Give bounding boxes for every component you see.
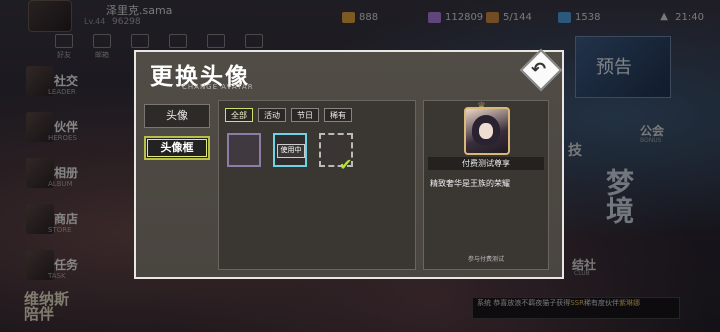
frame-list: 使用中 ✔: [227, 133, 353, 174]
tab-avatar-frame[interactable]: 头像框: [144, 136, 210, 160]
close-button[interactable]: ↶: [519, 48, 563, 92]
change-avatar-dialog: 更换头像 CHANGE AVATAR ↶ 头像 头像框 全部 活动 节日 稀有 …: [134, 48, 564, 279]
frame-source: 参与付费测试: [467, 256, 504, 263]
frame-grid: 全部 活动 节日 稀有 使用中 ✔: [218, 100, 416, 270]
frame-item-empty[interactable]: [227, 133, 261, 167]
preview-avatar: [464, 107, 510, 155]
checkmark-icon: ✔: [339, 155, 353, 174]
in-use-label: 使用中: [277, 144, 305, 158]
frame-description: 精致奢华是王族的荣耀: [430, 179, 510, 188]
filter-event[interactable]: 活动: [258, 108, 286, 122]
frame-name: 付费测试尊享: [428, 157, 544, 170]
return-arrow-icon: ↶: [531, 59, 547, 80]
crown-icon: ♕: [477, 101, 486, 112]
filter-festival[interactable]: 节日: [291, 108, 319, 122]
dialog-subtitle: CHANGE AVATAR: [182, 83, 254, 91]
frame-preview: ♕ 付费测试尊享 精致奢华是王族的荣耀 参与付费测试: [423, 100, 549, 270]
frame-item-ornate[interactable]: ✔: [319, 133, 353, 174]
filter-rare[interactable]: 稀有: [324, 108, 352, 122]
frame-item-in-use[interactable]: 使用中: [273, 133, 307, 167]
filter-all[interactable]: 全部: [225, 108, 253, 122]
filter-bar: 全部 活动 节日 稀有: [225, 108, 352, 122]
tab-avatar[interactable]: 头像: [144, 104, 210, 128]
